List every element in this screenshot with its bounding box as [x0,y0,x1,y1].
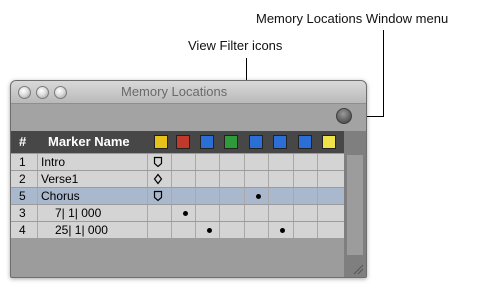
marker-filter-icon[interactable] [154,135,168,149]
marker-name: Chorus [41,189,80,203]
column-divider [244,205,245,221]
column-divider [293,205,294,221]
toolbar [11,104,366,131]
column-divider [244,188,245,204]
column-divider [195,205,196,221]
view-filter-callout: View Filter icons [188,38,283,53]
title-bar[interactable]: Memory Locations [11,81,366,104]
column-divider [317,154,318,170]
column-divider [37,205,38,221]
column-divider [147,171,148,187]
track-show-hide-filter-icon[interactable] [249,135,263,149]
column-divider [293,188,294,204]
window-config-filter-icon[interactable] [322,135,336,149]
zoom-button[interactable] [54,86,67,99]
marker-name: 25| 1| 000 [55,223,108,237]
column-divider [195,188,196,204]
column-divider [147,222,148,238]
selection-filter-icon[interactable] [176,135,190,149]
column-divider [37,154,38,170]
column-divider [147,154,148,170]
zoom-filter-icon[interactable] [200,135,214,149]
column-divider [171,171,172,187]
column-divider [219,205,220,221]
window-menu-button[interactable] [336,108,352,124]
column-divider [317,171,318,187]
pre-post-roll-filter-icon[interactable] [224,135,238,149]
marker-name: Verse1 [41,172,79,186]
row-number: 1 [19,155,26,169]
column-divider [195,154,196,170]
column-header: # Marker Name [11,131,344,153]
column-divider [268,205,269,221]
column-divider [244,222,245,238]
row-number: 4 [19,223,26,237]
column-divider [268,171,269,187]
minimize-button[interactable] [36,86,49,99]
column-divider [317,188,318,204]
column-divider [171,188,172,204]
track-height-filter-icon[interactable] [273,135,287,149]
window-title: Memory Locations [121,84,228,99]
memory-location-row[interactable]: 5 Chorus [11,188,344,204]
column-divider [219,154,220,170]
column-divider [244,154,245,170]
row-number: 5 [19,189,26,203]
memory-location-row[interactable]: 4 25| 1| 000 [11,222,344,238]
menu-callout-line-v [383,30,384,116]
selection-type-icon [153,173,163,185]
column-divider [37,171,38,187]
column-divider [171,205,172,221]
marker-type-icon [153,156,163,168]
column-divider [219,171,220,187]
marker-name: Intro [41,155,66,169]
column-divider [147,188,148,204]
column-divider [219,222,220,238]
memory-location-row[interactable]: 3 7| 1| 000 [11,205,344,221]
marker-type-icon [153,190,163,202]
column-divider [219,188,220,204]
column-divider [171,154,172,170]
number-column-header[interactable]: # [19,131,26,153]
column-divider [317,222,318,238]
marker-name: 7| 1| 000 [55,206,102,220]
column-divider [268,222,269,238]
column-divider [171,222,172,238]
memory-locations-window: Memory Locations # Marker Name 1 Intro 2 Ve… [10,80,367,278]
resize-grip-icon[interactable] [352,263,364,275]
column-divider [317,205,318,221]
property-dot [280,228,285,233]
column-divider [37,188,38,204]
column-divider [268,154,269,170]
memory-location-row[interactable]: 2 Verse1 [11,171,344,187]
column-divider [244,171,245,187]
column-divider [195,222,196,238]
column-divider [195,171,196,187]
column-divider [293,171,294,187]
row-number: 2 [19,172,26,186]
group-enables-filter-icon[interactable] [298,135,312,149]
property-dot [183,211,188,216]
property-dot [256,194,261,199]
column-divider [268,188,269,204]
column-divider [293,222,294,238]
column-divider [147,205,148,221]
marker-name-column-header[interactable]: Marker Name [48,131,130,153]
vertical-scrollbar[interactable] [344,131,366,277]
close-button[interactable] [18,86,31,99]
row-number: 3 [19,206,26,220]
property-dot [207,228,212,233]
memory-location-row[interactable]: 1 Intro [11,154,344,170]
scrollbar-thumb[interactable] [347,155,363,255]
window-menu-callout: Memory Locations Window menu [256,11,449,26]
column-divider [293,154,294,170]
column-divider [37,222,38,238]
